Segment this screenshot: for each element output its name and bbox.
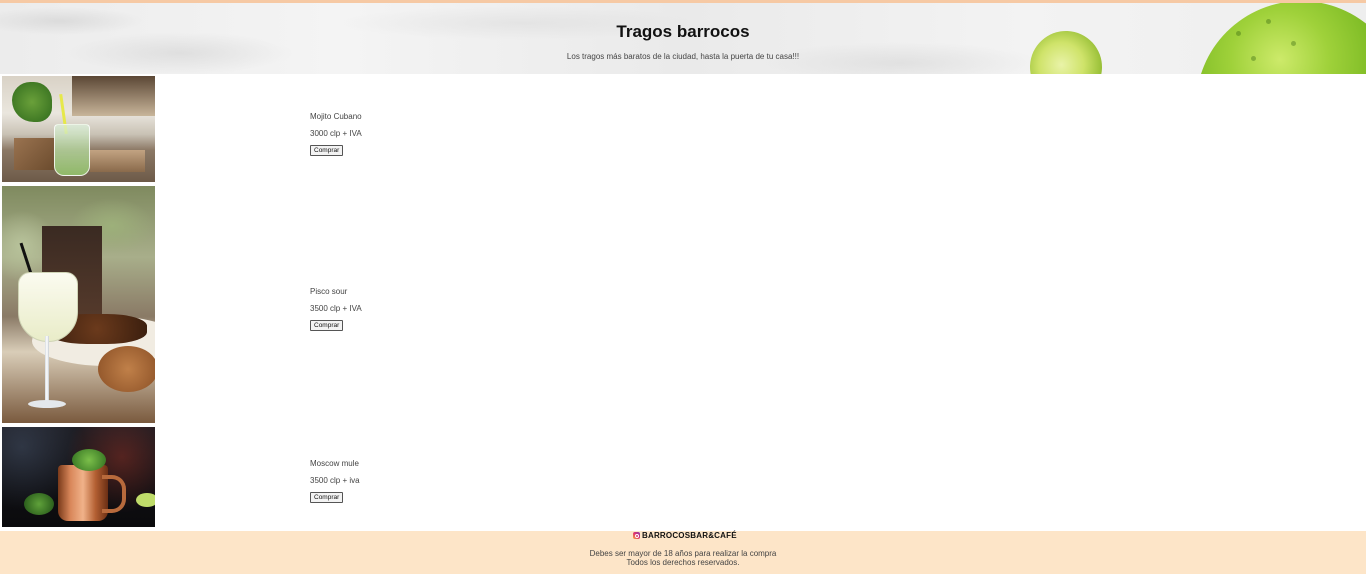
- rights-notice: Todos los derechos reservados.: [626, 558, 740, 567]
- instagram-icon: [633, 532, 640, 539]
- product-info: Pisco sour 3500 clp + IVA Comprar: [310, 287, 362, 331]
- product-price: 3000 clp + IVA: [310, 129, 362, 138]
- moscow-mule-photo: [2, 427, 155, 527]
- page-subtitle: Los tragos más baratos de la ciudad, has…: [566, 52, 800, 61]
- page-title: Tragos barrocos: [616, 22, 750, 41]
- age-notice: Debes ser mayor de 18 años para realizar…: [589, 549, 777, 558]
- pisco-sour-photo: [2, 186, 155, 423]
- mojito-photo: [2, 76, 155, 182]
- product-name: Mojito Cubano: [310, 112, 362, 121]
- product-price: 3500 clp + IVA: [310, 304, 362, 313]
- product-name: Moscow mule: [310, 459, 359, 468]
- buy-button[interactable]: Comprar: [310, 320, 344, 331]
- instagram-handle: BARROCOSBAR&CAFÉ: [642, 531, 737, 540]
- product-price: 3500 clp + iva: [310, 476, 360, 485]
- product-info: Moscow mule 3500 clp + iva Comprar: [310, 459, 360, 503]
- instagram-link[interactable]: BARROCOSBAR&CAFÉ: [633, 531, 737, 540]
- page-header: Tragos barrocos Los tragos más baratos d…: [0, 3, 1366, 74]
- page-footer: BARROCOSBAR&CAFÉ Debes ser mayor de 18 a…: [0, 531, 1366, 574]
- product-name: Pisco sour: [310, 287, 348, 296]
- buy-button[interactable]: Comprar: [310, 492, 344, 503]
- product-info: Mojito Cubano 3000 clp + IVA Comprar: [310, 112, 362, 156]
- buy-button[interactable]: Comprar: [310, 145, 344, 156]
- legal-notice: Debes ser mayor de 18 años para realizar…: [0, 549, 1366, 567]
- product-list: Mojito Cubano 3000 clp + IVA Comprar Pis…: [0, 74, 1366, 531]
